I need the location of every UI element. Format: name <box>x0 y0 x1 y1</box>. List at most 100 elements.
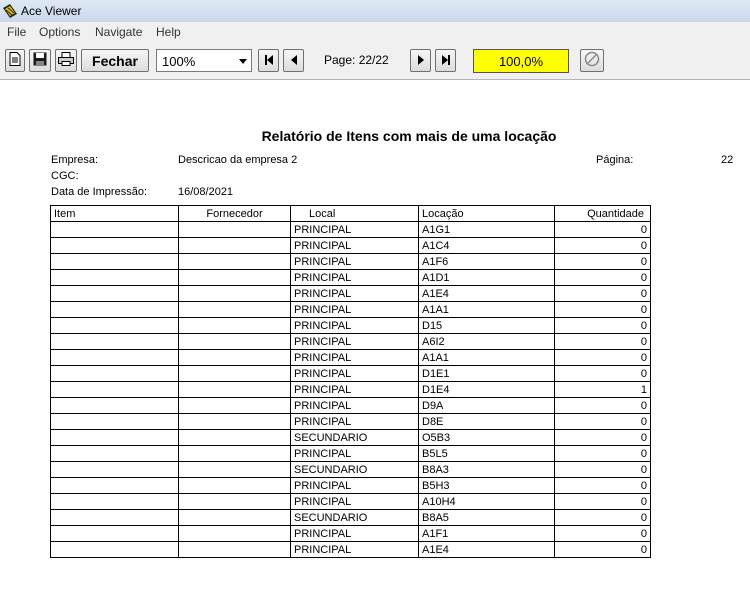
cell-locacao: A1E4 <box>418 285 555 302</box>
cell-local: PRINCIPAL <box>290 333 419 350</box>
cell-quantidade: 0 <box>554 461 651 478</box>
ace-viewer-app-icon <box>2 3 18 19</box>
cell-local: SECUNDARIO <box>290 429 419 446</box>
cell-quantidade: 0 <box>554 445 651 462</box>
first-page-icon <box>264 54 274 68</box>
cell-fornecedor <box>178 445 291 462</box>
cell-quantidade: 0 <box>554 349 651 366</box>
cell-fornecedor <box>178 253 291 270</box>
page-indicator: Page: 22/22 <box>324 53 389 67</box>
table-row: PRINCIPAL D9A 0 <box>50 397 651 414</box>
toolbar: Fechar 100% Page: 22/22 100,0% <box>0 41 750 80</box>
cell-locacao: D15 <box>418 317 555 334</box>
cell-quantidade: 0 <box>554 397 651 414</box>
last-page-icon <box>441 54 451 68</box>
zoom-select[interactable]: 100% <box>156 49 252 72</box>
menu-help[interactable]: Help <box>156 25 181 39</box>
cell-local: PRINCIPAL <box>290 301 419 318</box>
cell-fornecedor <box>178 525 291 542</box>
cell-quantidade: 0 <box>554 253 651 270</box>
cell-local: PRINCIPAL <box>290 525 419 542</box>
table-row: PRINCIPAL A1F6 0 <box>50 253 651 270</box>
cell-local: PRINCIPAL <box>290 349 419 366</box>
cell-locacao: D8E <box>418 413 555 430</box>
empresa-value: Descricao da empresa 2 <box>178 154 298 166</box>
menu-file[interactable]: File <box>7 25 26 39</box>
table-row: PRINCIPAL D1E4 1 <box>50 381 651 398</box>
cell-fornecedor <box>178 413 291 430</box>
cell-item <box>50 429 179 446</box>
previous-page-button[interactable] <box>283 49 304 72</box>
previous-page-icon <box>290 54 298 68</box>
page-setup-button[interactable] <box>5 49 25 72</box>
cell-item <box>50 317 179 334</box>
last-page-button[interactable] <box>435 49 456 72</box>
column-header-fornecedor: Fornecedor <box>178 205 291 222</box>
cell-fornecedor <box>178 317 291 334</box>
cell-quantidade: 0 <box>554 525 651 542</box>
menu-navigate[interactable]: Navigate <box>95 25 142 39</box>
close-report-button[interactable]: Fechar <box>81 49 149 72</box>
cell-quantidade: 0 <box>554 493 651 510</box>
cell-locacao: A1E4 <box>418 541 555 558</box>
column-header-local: Local <box>290 205 419 222</box>
cell-fornecedor <box>178 365 291 382</box>
table-row: PRINCIPAL D15 0 <box>50 317 651 334</box>
cell-local: PRINCIPAL <box>290 445 419 462</box>
print-button[interactable] <box>55 49 77 72</box>
cell-fornecedor <box>178 349 291 366</box>
table-row: PRINCIPAL B5L5 0 <box>50 445 651 462</box>
window-title: Ace Viewer <box>21 4 82 18</box>
cell-locacao: A6I2 <box>418 333 555 350</box>
first-page-button[interactable] <box>258 49 279 72</box>
table-row: PRINCIPAL A1E4 0 <box>50 541 651 558</box>
stop-button[interactable] <box>580 49 604 72</box>
cell-local: PRINCIPAL <box>290 541 419 558</box>
cell-locacao: B5H3 <box>418 477 555 494</box>
cell-fornecedor <box>178 509 291 526</box>
cell-fornecedor <box>178 397 291 414</box>
cell-item <box>50 477 179 494</box>
cell-fornecedor <box>178 221 291 238</box>
cell-fornecedor <box>178 285 291 302</box>
column-header-quantidade: Quantidade <box>554 205 651 222</box>
cell-item <box>50 445 179 462</box>
chevron-down-icon <box>239 59 247 64</box>
cell-quantidade: 0 <box>554 285 651 302</box>
cell-quantidade: 0 <box>554 221 651 238</box>
cell-fornecedor <box>178 477 291 494</box>
cell-fornecedor <box>178 541 291 558</box>
cell-locacao: B8A3 <box>418 461 555 478</box>
menu-options[interactable]: Options <box>39 25 80 39</box>
empresa-label: Empresa: <box>51 154 99 166</box>
cell-local: PRINCIPAL <box>290 493 419 510</box>
table-row: PRINCIPAL A1G1 0 <box>50 221 651 238</box>
cell-local: PRINCIPAL <box>290 477 419 494</box>
cell-locacao: A1G1 <box>418 221 555 238</box>
cell-item <box>50 541 179 558</box>
table-row: PRINCIPAL A1C4 0 <box>50 237 651 254</box>
cell-fornecedor <box>178 269 291 286</box>
save-button[interactable] <box>29 49 51 72</box>
print-date-value: 16/08/2021 <box>178 186 234 198</box>
cell-item <box>50 301 179 318</box>
cell-item <box>50 381 179 398</box>
cell-fornecedor <box>178 381 291 398</box>
cell-locacao: A1F6 <box>418 253 555 270</box>
cell-locacao: B5L5 <box>418 445 555 462</box>
cell-quantidade: 0 <box>554 413 651 430</box>
cell-quantidade: 0 <box>554 429 651 446</box>
cell-locacao: B8A5 <box>418 509 555 526</box>
pagina-value: 22 <box>721 154 734 166</box>
cell-item <box>50 333 179 350</box>
cell-fornecedor <box>178 301 291 318</box>
print-date-label: Data de Impressão: <box>51 186 147 198</box>
stop-icon <box>584 51 600 70</box>
table-row: PRINCIPAL A6I2 0 <box>50 333 651 350</box>
table-row: PRINCIPAL A10H4 0 <box>50 493 651 510</box>
next-page-button[interactable] <box>410 49 431 72</box>
cell-item <box>50 413 179 430</box>
cell-locacao: A1A1 <box>418 301 555 318</box>
cell-quantidade: 1 <box>554 381 651 398</box>
cell-local: PRINCIPAL <box>290 221 419 238</box>
